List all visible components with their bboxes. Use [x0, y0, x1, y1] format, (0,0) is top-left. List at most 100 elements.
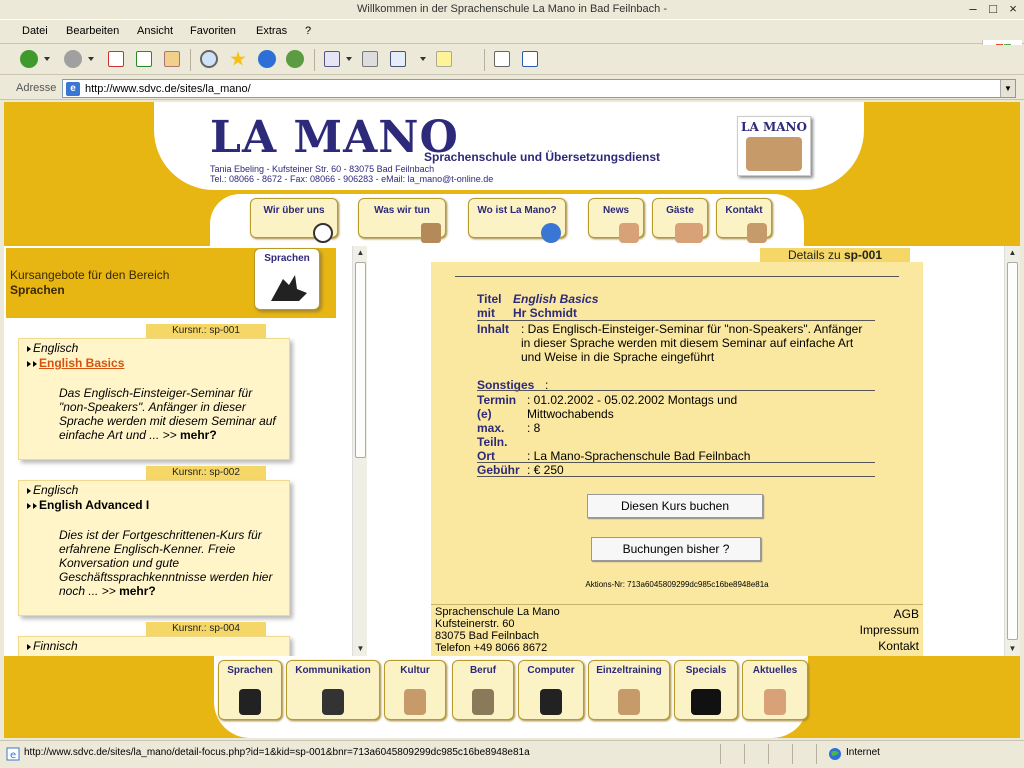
- right-scrollbar[interactable]: ▲ ▼: [1004, 246, 1020, 656]
- scroll-down-icon[interactable]: ▼: [1007, 642, 1018, 656]
- forward-icon[interactable]: [64, 50, 82, 68]
- menu-favoriten[interactable]: Favoriten: [190, 25, 236, 37]
- course-title-text[interactable]: English Advanced I: [39, 498, 149, 512]
- course-card-sp-002[interactable]: Englisch English Advanced I Dies ist der…: [18, 480, 290, 616]
- nav-kultur[interactable]: Kultur: [384, 660, 446, 720]
- course-card-sp-004[interactable]: Finnisch: [18, 636, 290, 656]
- site-logo[interactable]: LA MANO: [210, 112, 459, 163]
- nav-label: Einzeltraining: [596, 665, 662, 676]
- course-list-frame[interactable]: Kursangebote für den Bereich Sprachen Sp…: [4, 246, 352, 656]
- nav-kontakt[interactable]: Kontakt: [716, 198, 772, 243]
- content-area: Kursangebote für den Bereich Sprachen Sp…: [4, 246, 1020, 656]
- forward-dropdown-icon[interactable]: [88, 57, 94, 61]
- book-course-button[interactable]: Diesen Kurs buchen: [587, 494, 763, 518]
- maximize-button[interactable]: □: [984, 1, 1002, 18]
- shadow-hand-icon: [239, 689, 261, 715]
- scroll-thumb[interactable]: [1007, 262, 1018, 640]
- page-viewport: LA MANO Sprachenschule und Übersetzungsd…: [4, 102, 1020, 738]
- nav-label: Kommunikation: [295, 665, 371, 676]
- print-icon[interactable]: [362, 51, 378, 67]
- research-icon[interactable]: [494, 51, 510, 67]
- details-frame[interactable]: Details zu sp-001 Titel English Basics m…: [367, 246, 1004, 656]
- footer-links: AGB Impressum Kontakt: [860, 606, 919, 654]
- search-icon[interactable]: [200, 50, 218, 68]
- nav-was-wir-tun[interactable]: Was wir tun: [358, 198, 446, 243]
- header-contact: Tel.: 08066 - 8672 - Fax: 08066 - 906283…: [210, 174, 494, 184]
- edit-icon[interactable]: [390, 51, 406, 67]
- kontakt-link[interactable]: Kontakt: [860, 638, 919, 654]
- refresh-icon[interactable]: [136, 51, 152, 67]
- nav-computer[interactable]: Computer: [518, 660, 584, 720]
- course-desc-text: Dies ist der Fortgeschrittenen-Kurs für …: [59, 528, 273, 598]
- menu-bar: Datei Bearbeiten Ansicht Favoriten Extra…: [0, 20, 1024, 64]
- bookings-button[interactable]: Buchungen bisher ?: [591, 537, 761, 561]
- left-scrollbar[interactable]: ▲ ▼: [352, 246, 367, 656]
- back-dropdown-icon[interactable]: [44, 57, 50, 61]
- finger-icon: [618, 689, 640, 715]
- top-navigation: Wir über uns Was wir tun Wo ist La Mano?…: [210, 194, 804, 246]
- media-icon[interactable]: [258, 50, 276, 68]
- course-title-link[interactable]: English Advanced I: [27, 498, 149, 512]
- stop-icon[interactable]: [108, 51, 124, 67]
- status-bar: e http://www.sdvc.de/sites/la_mano/detai…: [0, 740, 1024, 768]
- more-link[interactable]: mehr?: [180, 428, 217, 442]
- category-sprachen-button[interactable]: Sprachen: [254, 248, 320, 310]
- scroll-up-icon[interactable]: ▲: [1007, 246, 1018, 260]
- more-link[interactable]: mehr?: [119, 584, 156, 598]
- menu-extras[interactable]: Extras: [256, 25, 287, 37]
- nav-einzeltraining[interactable]: Einzeltraining: [588, 660, 670, 720]
- minimize-button[interactable]: –: [964, 1, 982, 18]
- course-list-category: Sprachen: [10, 283, 65, 297]
- course-title-text[interactable]: English Basics: [39, 356, 124, 370]
- nav-sprachen[interactable]: Sprachen: [218, 660, 282, 720]
- mail-icon[interactable]: [324, 51, 340, 67]
- address-url[interactable]: http://www.sdvc.de/sites/la_mano/: [85, 83, 251, 95]
- gebuehr-label: Gebühr: [477, 463, 520, 477]
- mail-dropdown-icon[interactable]: [346, 57, 352, 61]
- inhalt-label: Inhalt: [477, 322, 509, 336]
- site-tagline: Sprachenschule und Übersetzungsdienst: [424, 150, 661, 164]
- nav-kommunikation[interactable]: Kommunikation: [286, 660, 380, 720]
- bottom-navigation: Sprachen Kommunikation Kultur Beruf Comp…: [214, 656, 808, 738]
- messenger-icon[interactable]: [522, 51, 538, 67]
- disk-icon: [540, 689, 562, 715]
- scroll-thumb[interactable]: [355, 262, 366, 458]
- nav-label: News: [602, 205, 630, 216]
- menu-datei[interactable]: Datei: [22, 25, 48, 37]
- menu-help[interactable]: ?: [305, 25, 311, 37]
- internet-zone-icon: [829, 748, 841, 760]
- max-label: max. Teiln.: [477, 421, 508, 449]
- course-card-sp-001[interactable]: Englisch English Basics Das Englisch-Ein…: [18, 338, 290, 460]
- shadow-hand-icon: [271, 275, 307, 301]
- course-list-heading: Kursangebote für den Bereich: [10, 268, 170, 282]
- scroll-down-icon[interactable]: ▼: [355, 642, 366, 656]
- nav-wir-ueber-uns[interactable]: Wir über uns: [250, 198, 338, 243]
- course-title-link[interactable]: English Basics: [27, 356, 124, 370]
- site-header: LA MANO Sprachenschule und Übersetzungsd…: [154, 102, 864, 190]
- address-dropdown-icon[interactable]: ▼: [1000, 80, 1015, 97]
- address-input[interactable]: e http://www.sdvc.de/sites/la_mano/ ▼: [62, 79, 1016, 98]
- menu-ansicht[interactable]: Ansicht: [137, 25, 173, 37]
- details-tag: Details zu sp-001: [760, 248, 910, 262]
- notes-icon[interactable]: [436, 51, 452, 67]
- edit-dropdown-icon[interactable]: [420, 57, 426, 61]
- nav-aktuelles[interactable]: Aktuelles: [742, 660, 808, 720]
- nav-news[interactable]: News: [588, 198, 644, 243]
- history-icon[interactable]: [286, 50, 304, 68]
- favorites-icon[interactable]: [230, 51, 246, 66]
- nav-beruf[interactable]: Beruf: [452, 660, 514, 720]
- nav-specials[interactable]: Specials: [674, 660, 738, 720]
- agb-link[interactable]: AGB: [860, 606, 919, 622]
- menu-bearbeiten[interactable]: Bearbeiten: [66, 25, 119, 37]
- impressum-link[interactable]: Impressum: [860, 622, 919, 638]
- divider: [455, 276, 899, 277]
- corner-logo-label: LA MANO: [741, 120, 807, 134]
- nav-wo-ist-la-mano[interactable]: Wo ist La Mano?: [468, 198, 566, 243]
- scroll-up-icon[interactable]: ▲: [355, 246, 366, 260]
- home-icon[interactable]: [164, 51, 180, 67]
- page-status-icon: e: [6, 747, 20, 761]
- nav-gaeste[interactable]: Gäste: [652, 198, 708, 243]
- status-url: http://www.sdvc.de/sites/la_mano/detail-…: [24, 747, 530, 758]
- close-button[interactable]: ×: [1004, 1, 1022, 18]
- back-icon[interactable]: [20, 50, 38, 68]
